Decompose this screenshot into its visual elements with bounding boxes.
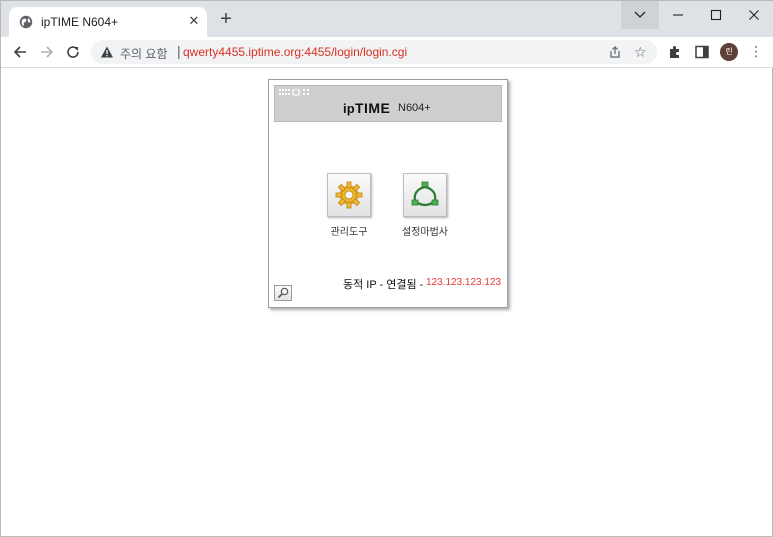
tab-title: ipTIME N604+ (41, 15, 119, 29)
browser-tab[interactable]: ipTIME N604+ ✕ (9, 7, 207, 37)
url-text[interactable]: qwerty4455.iptime.org:4455/login/login.c… (183, 45, 407, 59)
search-button[interactable] (274, 285, 292, 301)
browser-toolbar: 주의 요함 | qwerty4455.iptime.org:4455/login… (1, 37, 773, 68)
brand-prefix: ip (343, 101, 355, 116)
side-panel-icon[interactable] (694, 44, 710, 60)
globe-icon (19, 15, 33, 29)
admin-tool-label[interactable]: 관리도구 (319, 223, 379, 238)
profile-avatar[interactable]: 린 (720, 43, 738, 61)
address-separator: | (177, 43, 181, 59)
ip-address: 123.123.123.123 (426, 277, 502, 288)
brand-name: TIME (354, 100, 391, 116)
magnifier-icon (277, 287, 289, 299)
router-banner: ipTIME N604+ (274, 85, 502, 122)
maximize-icon[interactable] (697, 1, 735, 29)
back-arrow-icon[interactable] (11, 43, 29, 61)
chevron-down-icon[interactable] (621, 1, 659, 29)
extensions-puzzle-icon[interactable] (667, 44, 683, 60)
setup-wizard-label[interactable]: 설정마법사 (395, 223, 455, 238)
tab-close-icon[interactable]: ✕ (187, 14, 201, 28)
banner-pattern-icon (279, 89, 309, 96)
warning-icon[interactable] (100, 45, 114, 59)
tab-strip: ipTIME N604+ ✕ + (1, 1, 773, 37)
gear-icon (335, 181, 363, 209)
forward-arrow-icon[interactable] (38, 43, 56, 61)
share-icon[interactable] (608, 45, 622, 59)
menu-icon[interactable]: ⋮ (749, 42, 763, 60)
reload-icon[interactable] (64, 43, 82, 61)
browser-window: ipTIME N604+ ✕ + 주의 요함 | qwerty4455.ipti… (0, 0, 773, 537)
connection-status: 동적 IP - 연결됨 - (343, 279, 424, 291)
router-model: N604+ (398, 102, 431, 114)
window-close-icon[interactable] (735, 1, 773, 29)
security-status[interactable]: 주의 요함 (120, 45, 168, 62)
setup-wizard-button[interactable] (403, 173, 447, 217)
minimize-icon[interactable] (659, 1, 697, 29)
admin-tool-button[interactable] (327, 173, 371, 217)
brand-logo: ipTIME (343, 100, 390, 116)
network-wizard-icon (411, 181, 439, 207)
address-bar[interactable]: 주의 요함 | qwerty4455.iptime.org:4455/login… (91, 40, 657, 64)
new-tab-icon[interactable]: + (217, 9, 235, 29)
bookmark-star-icon[interactable]: ☆ (634, 44, 647, 61)
router-login-panel: ipTIME N604+ 관리도구 설정마법사 동적 IP - 연결됨 - 12… (268, 79, 508, 308)
